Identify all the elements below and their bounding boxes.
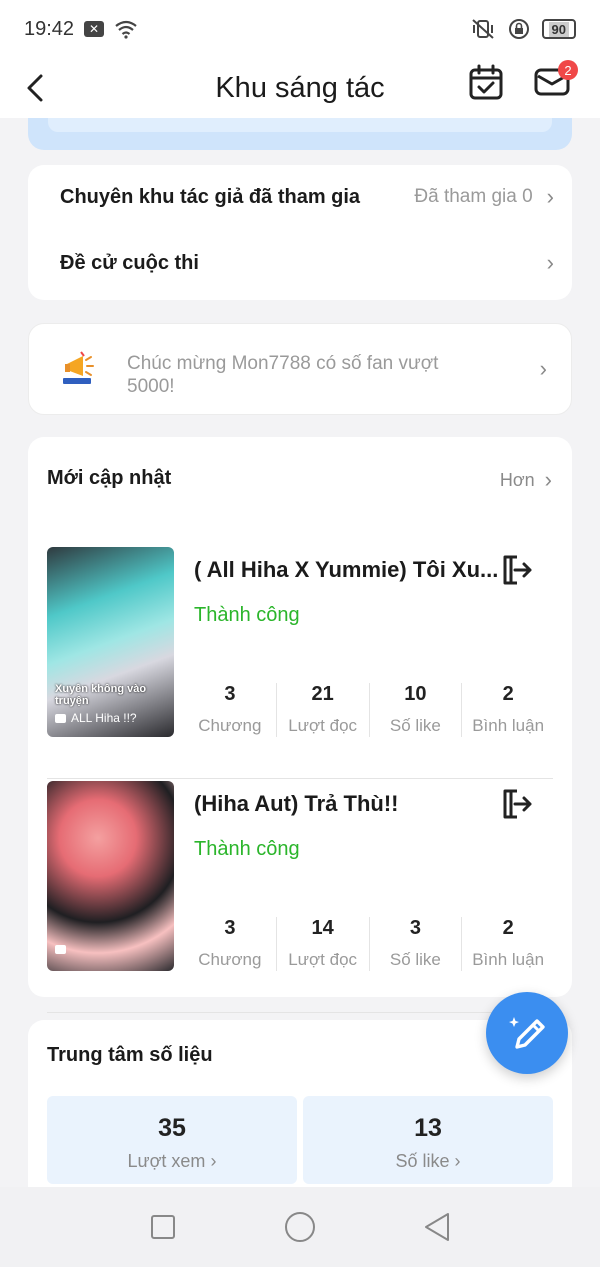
notification-icon: ✕ — [84, 21, 105, 37]
chevron-right-icon: › — [544, 467, 552, 492]
story-cover[interactable]: Xuyên không vào truyện ALL Hiha !!? — [47, 547, 174, 737]
stat-likes: 3 Số like — [368, 917, 462, 971]
story-status: Thành công — [194, 604, 300, 626]
likes-count: 13 — [414, 1114, 442, 1142]
updates-more-link[interactable]: Hơn › — [500, 467, 552, 493]
story-stats: 3 Chương 21 Lượt đọc 10 Số like 2 Bình luận — [184, 683, 554, 737]
joined-zones-link[interactable]: Chuyên khu tác giả đã tham gia Đã tham g… — [60, 177, 554, 217]
app-header: Khu sáng tác 2 — [0, 58, 600, 118]
chevron-left-icon — [27, 74, 43, 102]
banner-inner — [48, 118, 552, 132]
calendar-check-icon — [469, 64, 503, 100]
stat-comments: 2 Bình luận — [461, 683, 554, 737]
story-status: Thành công — [194, 838, 300, 860]
notice-card[interactable]: Chúc mừng Mon7788 có số fan vượt 5000! › — [28, 323, 572, 415]
story-title[interactable]: (Hiha Aut) Trả Thù!! — [194, 791, 504, 817]
chevron-right-icon: › — [454, 1151, 461, 1171]
pen-sparkle-icon — [509, 1017, 545, 1049]
vibrate-icon — [471, 19, 494, 39]
updates-card: Mới cập nhật Hơn › Xuyên không vào truyệ… — [28, 437, 572, 1013]
mail-button[interactable]: 2 — [534, 60, 578, 106]
cover-tag: ALL Hiha !!? — [55, 711, 137, 725]
status-time: 19:42 — [24, 17, 75, 40]
megaphone-icon — [63, 351, 94, 384]
chevron-right-icon: › — [210, 1151, 217, 1171]
updates-more-label: Hơn — [499, 469, 535, 490]
wifi-icon — [115, 20, 137, 39]
views-box[interactable]: 35 Lượt xem › — [47, 1096, 297, 1184]
comment-bubble-icon — [55, 945, 66, 954]
system-back-button[interactable] — [417, 1207, 457, 1247]
exit-icon[interactable] — [499, 787, 533, 821]
exit-icon[interactable] — [499, 553, 533, 587]
stat-chapters: 3 Chương — [198, 917, 262, 969]
chevron-right-icon: › — [546, 250, 554, 275]
system-nav-bar — [0, 1187, 600, 1267]
joined-zones-label: Chuyên khu tác giả đã tham gia — [60, 185, 361, 208]
calendar-button[interactable] — [468, 64, 506, 106]
battery-indicator: 90 — [541, 19, 576, 39]
stat-likes: 10 Số like — [368, 683, 462, 737]
chevron-right-icon: › — [546, 184, 554, 209]
rotation-lock-icon — [508, 19, 529, 39]
stat-chapters: 3 Chương — [198, 683, 262, 735]
stat-reads: 21 Lượt đọc — [275, 683, 369, 737]
circle-icon — [284, 1212, 315, 1242]
cover-title: Xuyên không vào truyện — [55, 683, 147, 707]
stat-reads: 14 Lượt đọc — [275, 917, 369, 971]
comment-bubble-icon — [55, 713, 66, 723]
write-fab-button[interactable] — [486, 992, 568, 1074]
likes-label: Số like — [395, 1151, 450, 1171]
chevron-right-icon: › — [539, 356, 547, 381]
views-label: Lượt xem — [127, 1151, 206, 1171]
notice-text: Chúc mừng Mon7788 có số fan vượt 5000! — [127, 353, 439, 397]
square-icon — [151, 1215, 176, 1239]
cover-tag — [55, 945, 66, 954]
cover-tag-label: ALL Hiha !!? — [71, 711, 137, 725]
contest-nomination-label: Đề cử cuộc thi — [60, 251, 199, 274]
data-center-title: Trung tâm số liệu — [47, 1044, 213, 1066]
views-count: 35 — [158, 1114, 186, 1142]
status-bar: 19:42 ✕ 90 — [0, 0, 600, 58]
likes-box[interactable]: 13 Số like › — [303, 1096, 553, 1184]
page-title: Khu sáng tác — [215, 71, 385, 104]
back-button[interactable] — [24, 66, 64, 110]
story-stats: 3 Chương 14 Lượt đọc 3 Số like 2 Bình luận — [184, 917, 554, 971]
recents-button[interactable] — [143, 1207, 183, 1247]
updates-title: Mới cập nhật — [47, 467, 172, 489]
story-item[interactable]: Xuyên không vào truyện ALL Hiha !!? ( Al… — [47, 547, 553, 779]
links-card: Chuyên khu tác giả đã tham gia Đã tham g… — [28, 165, 572, 300]
home-button[interactable] — [280, 1207, 320, 1247]
story-item[interactable]: (Hiha Aut) Trả Thù!! Thành công 3 Chương … — [47, 781, 553, 1013]
story-cover[interactable] — [47, 781, 174, 971]
story-title[interactable]: ( All Hiha X Yummie) Tôi Xu... — [194, 557, 504, 583]
mail-badge: 2 — [558, 60, 578, 80]
triangle-back-icon — [424, 1213, 449, 1241]
joined-zones-value: Đã tham gia 0 — [414, 186, 533, 207]
banner[interactable] — [28, 118, 572, 150]
contest-nomination-link[interactable]: Đề cử cuộc thi › — [60, 243, 554, 283]
stat-comments: 2 Bình luận — [461, 917, 554, 971]
